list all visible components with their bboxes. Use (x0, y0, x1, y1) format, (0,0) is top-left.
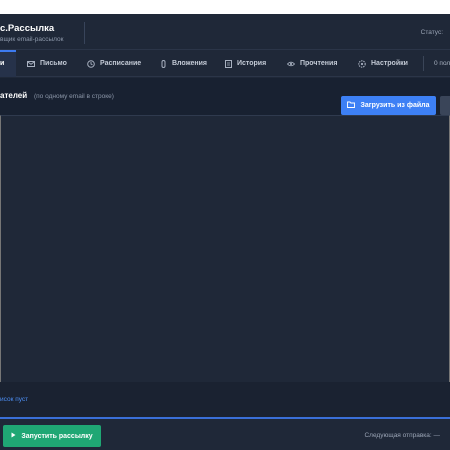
paperclip-icon (159, 59, 167, 68)
document-icon (224, 59, 232, 68)
clock-icon (87, 59, 95, 68)
play-icon (11, 432, 16, 440)
tab-reads[interactable]: Прочтения (287, 50, 337, 77)
start-button-label: Запустить рассылку (21, 432, 93, 440)
start-mailing-button[interactable]: Запустить рассылку (3, 425, 101, 447)
tab-label: Вложения (172, 60, 207, 67)
footer-bar: Запустить рассылку Следующая отправка: — (0, 417, 450, 450)
upload-button-label: Загрузить из файла (360, 102, 430, 109)
status-label: Статус: (420, 29, 443, 36)
mail-icon (27, 60, 35, 68)
tab-attachments[interactable]: Вложения (159, 50, 207, 77)
section-title: ателей (0, 91, 28, 100)
section-hint: (по одному email в строке) (34, 93, 114, 100)
tab-settings[interactable]: Настройки (358, 50, 408, 77)
tab-label: и (0, 60, 5, 67)
recipients-list-input[interactable] (0, 115, 450, 393)
secondary-action-button[interactable] (440, 96, 450, 115)
app-title: с.Рассылка (0, 23, 55, 34)
app-window: с.Рассылка вщик email-рассылок Статус: и… (0, 14, 450, 450)
list-status-bar: исок пуст (0, 382, 450, 418)
tab-label: Расписание (100, 60, 142, 67)
tab-schedule[interactable]: Расписание (87, 50, 141, 77)
recipients-header: ателей (по одному email в строке) Загруз… (0, 78, 450, 115)
tabs-divider (423, 56, 424, 71)
eye-icon (287, 60, 295, 68)
list-status-text: исок пуст (0, 396, 29, 403)
app-subtitle: вщик email-рассылок (0, 36, 64, 43)
tab-label: Прочтения (300, 60, 338, 67)
next-send-label: Следующая отправка: — (364, 432, 440, 439)
tab-history[interactable]: История (224, 50, 266, 77)
tab-bar: и Письмо Расписание Вложения История Про… (0, 50, 450, 77)
gear-icon (358, 59, 366, 68)
tab-label: История (237, 60, 267, 67)
tab-recipients-label[interactable]: и (0, 50, 4, 77)
folder-icon (347, 101, 356, 110)
tab-label: Письмо (40, 60, 67, 67)
title-bar: с.Рассылка вщик email-рассылок Статус: (0, 14, 450, 50)
title-divider (84, 22, 85, 44)
tab-letter[interactable]: Письмо (27, 50, 67, 77)
tab-label: Настройки (371, 60, 408, 67)
recipient-counter: 0 пол (434, 60, 450, 67)
upload-from-file-button[interactable]: Загрузить из файла (341, 96, 436, 115)
